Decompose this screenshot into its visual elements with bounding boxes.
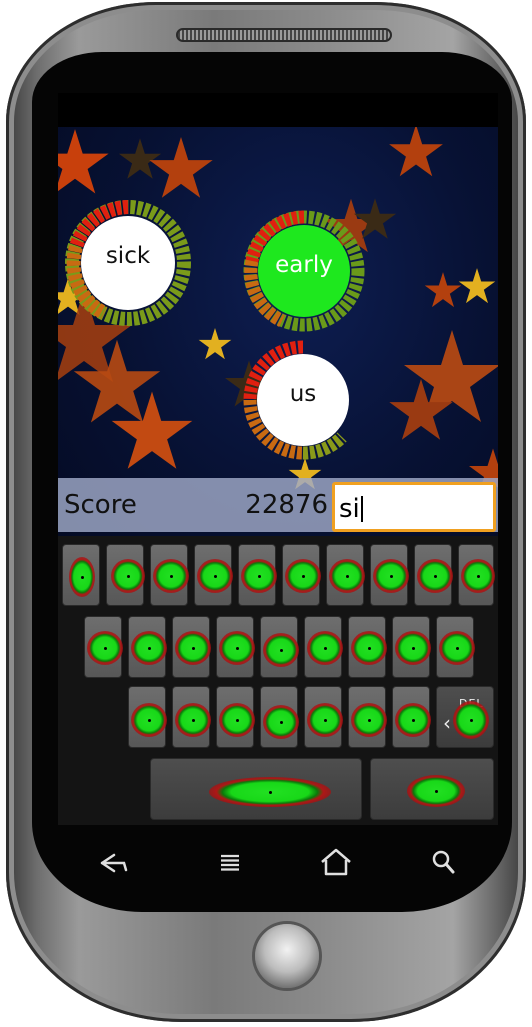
enter-key[interactable]: [370, 758, 494, 820]
word-text: early: [275, 252, 333, 278]
keyboard-key[interactable]: [392, 616, 431, 678]
word-bubble-sick: sick: [64, 199, 192, 327]
keyboard-key[interactable]: [348, 616, 387, 678]
score-label: Score: [64, 490, 137, 520]
keyboard-key[interactable]: [348, 686, 387, 748]
keyboard-key[interactable]: [128, 686, 167, 748]
keyboard-key[interactable]: [106, 544, 145, 606]
keyboard-key[interactable]: [172, 616, 211, 678]
keyboard-key[interactable]: [172, 686, 211, 748]
keyboard-key[interactable]: [150, 544, 189, 606]
backspace-icon: ‹: [443, 711, 451, 735]
screen: sick early us Score 22876 si ‹: [58, 93, 498, 825]
keyboard-key[interactable]: [414, 544, 453, 606]
keyboard-key[interactable]: [326, 544, 365, 606]
soft-keyboard: DEL ‹: [58, 536, 498, 825]
word-text: us: [289, 381, 317, 407]
keyboard-key[interactable]: [238, 544, 277, 606]
back-icon[interactable]: [94, 848, 134, 878]
word-text: sick: [105, 243, 151, 269]
keyboard-key[interactable]: [260, 616, 299, 678]
keyboard-key[interactable]: [260, 686, 299, 748]
star-icon: [389, 378, 453, 440]
keyboard-key[interactable]: [194, 544, 233, 606]
keyboard-key[interactable]: [304, 686, 343, 748]
word-bubble-us: us: [242, 339, 364, 461]
star-icon: [458, 268, 496, 304]
star-icon: [198, 328, 232, 360]
score-value: 22876: [245, 490, 328, 520]
text-caret: [360, 496, 363, 522]
home-icon[interactable]: [316, 846, 356, 878]
delete-key[interactable]: DEL ‹: [436, 686, 494, 748]
typed-text: si: [339, 494, 360, 524]
star-icon: [389, 127, 443, 177]
earpiece-speaker: [176, 28, 392, 42]
star-icon: [149, 136, 213, 198]
keyboard-key[interactable]: [436, 616, 475, 678]
star-icon: [111, 391, 193, 469]
keyboard-key[interactable]: [304, 616, 343, 678]
keyboard-key[interactable]: [392, 686, 431, 748]
keyboard-key[interactable]: [128, 616, 167, 678]
hardware-home-button[interactable]: [255, 924, 319, 988]
typed-word-input[interactable]: si: [332, 482, 496, 532]
keyboard-key[interactable]: [370, 544, 409, 606]
keyboard-key[interactable]: [84, 616, 123, 678]
keyboard-key[interactable]: [216, 616, 255, 678]
menu-icon[interactable]: [210, 848, 250, 878]
word-bubble-early: early: [242, 209, 366, 333]
keyboard-key[interactable]: [282, 544, 321, 606]
star-icon: [424, 272, 462, 308]
keyboard-key[interactable]: [216, 686, 255, 748]
search-icon[interactable]: [424, 846, 464, 878]
keyboard-key[interactable]: [458, 544, 495, 606]
keyboard-key[interactable]: [62, 544, 100, 606]
status-bar: [58, 93, 498, 127]
space-key[interactable]: [150, 758, 362, 820]
star-icon: [58, 129, 109, 194]
